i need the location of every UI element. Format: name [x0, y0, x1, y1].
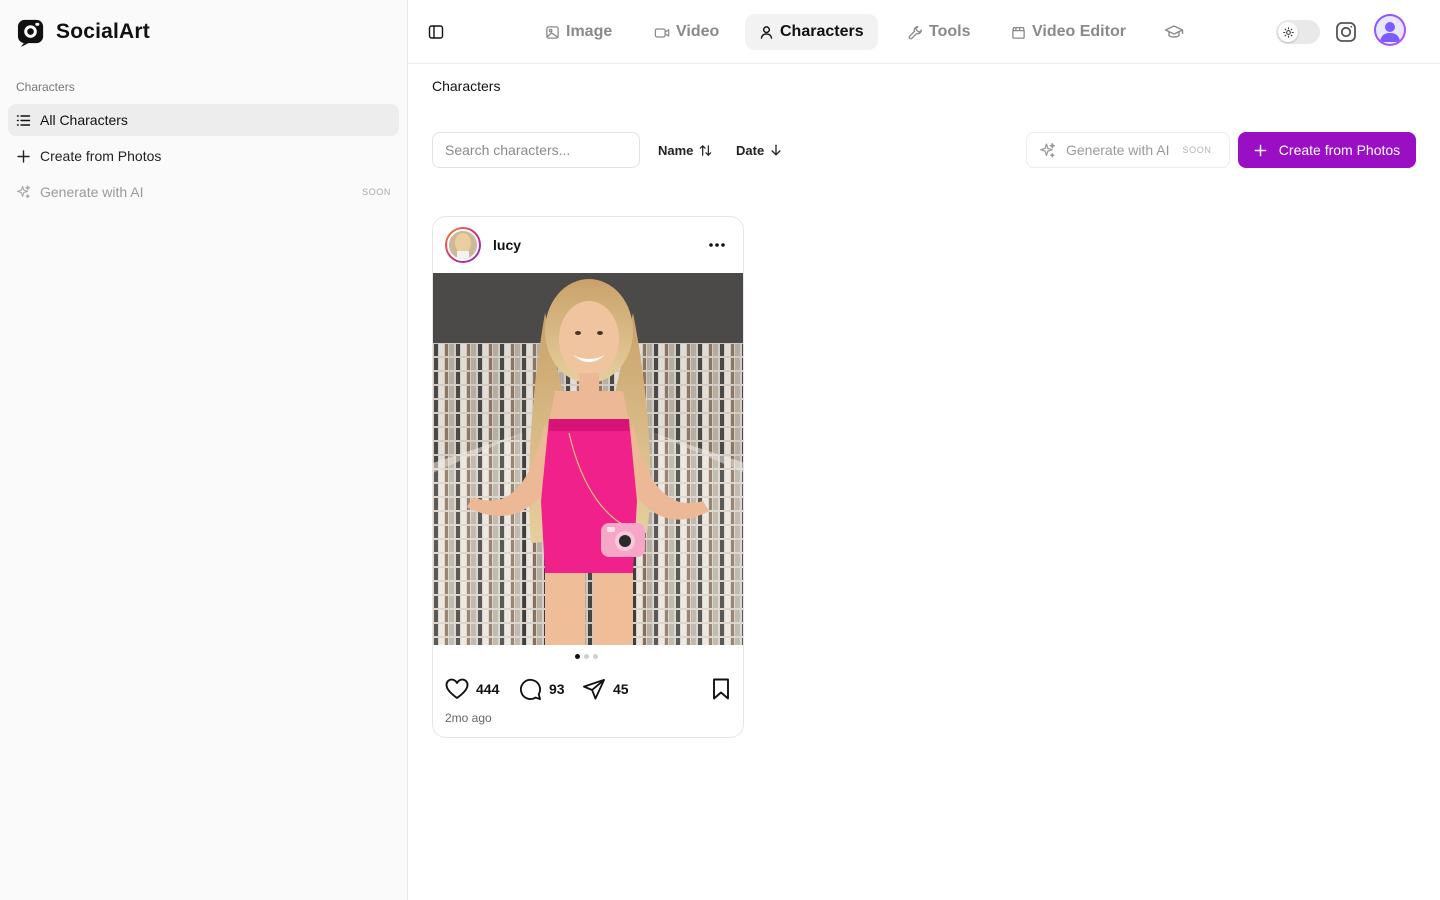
- sidebar-toggle-button[interactable]: [423, 19, 449, 45]
- character-photo-illustration: [433, 273, 743, 645]
- graduation-cap-icon: [1164, 25, 1184, 38]
- user-avatar-icon: [1380, 22, 1400, 42]
- sidebar-item-all-characters[interactable]: All Characters: [8, 104, 399, 136]
- top-bar: Image Video Characters Tools Video Edito…: [408, 0, 1440, 64]
- panel-left-icon: [428, 25, 444, 39]
- more-horizontal-icon: [709, 243, 725, 247]
- sort-by-name-button[interactable]: Name: [658, 140, 713, 160]
- avatar-image: [447, 229, 479, 261]
- clapperboard-icon: [1012, 26, 1025, 39]
- share-button[interactable]: 45: [582, 677, 629, 701]
- theme-toggle[interactable]: [1276, 20, 1320, 44]
- more-options-button[interactable]: [705, 235, 729, 255]
- sort-name-label: Name: [658, 142, 694, 158]
- tab-label: Tools: [929, 23, 971, 40]
- create-from-photos-label: Create from Photos: [1278, 142, 1401, 158]
- tab-image[interactable]: Image: [531, 14, 626, 50]
- character-name[interactable]: lucy: [493, 237, 521, 253]
- character-photo[interactable]: [433, 273, 743, 645]
- character-card[interactable]: lucy 444 93 45 2mo ago: [432, 216, 744, 738]
- generate-with-ai-label: Generate with AI: [1066, 142, 1170, 158]
- user-icon: [760, 25, 773, 39]
- sidebar-item-label: All Characters: [40, 112, 128, 128]
- send-icon: [583, 678, 605, 700]
- arrow-down-icon: [771, 144, 781, 156]
- sparkles-icon: [1040, 142, 1056, 158]
- video-icon: [654, 27, 670, 38]
- heart-icon: [445, 678, 469, 699]
- socialart-logo-icon: [17, 19, 44, 47]
- tab-learn[interactable]: [1150, 14, 1198, 50]
- theme-toggle-knob: [1278, 22, 1298, 42]
- search-input[interactable]: [432, 132, 640, 168]
- tab-label: Video: [676, 23, 720, 40]
- sun-icon: [1282, 26, 1294, 38]
- carousel-dot[interactable]: [593, 654, 598, 659]
- generate-with-ai-button: Generate with AI SOON: [1026, 132, 1230, 168]
- arrow-up-down-icon: [700, 144, 712, 156]
- tab-characters[interactable]: Characters: [745, 14, 878, 50]
- user-avatar-button[interactable]: [1374, 14, 1406, 46]
- soon-badge: SOON: [362, 187, 391, 197]
- sidebar-item-label: Create from Photos: [40, 148, 162, 164]
- soon-badge: SOON: [1182, 145, 1212, 155]
- like-button[interactable]: 444: [445, 677, 499, 701]
- sidebar-section-label: Characters: [16, 80, 75, 94]
- sidebar: SocialArt Characters All Characters Crea…: [0, 0, 408, 900]
- carousel-dot[interactable]: [575, 654, 580, 659]
- tab-video[interactable]: Video: [640, 14, 733, 50]
- sort-date-label: Date: [736, 142, 765, 158]
- wrench-icon: [908, 25, 922, 39]
- character-avatar[interactable]: [445, 227, 481, 263]
- image-carousel-indicator[interactable]: [575, 654, 598, 659]
- brand[interactable]: SocialArt: [16, 16, 150, 48]
- plus-icon: [1254, 144, 1267, 156]
- card-actions: 444 93 45: [445, 677, 733, 701]
- sparkles-icon: [16, 185, 31, 200]
- comment-button[interactable]: 93: [519, 677, 565, 701]
- brand-name: SocialArt: [56, 20, 150, 43]
- list-icon: [16, 113, 31, 128]
- instagram-icon[interactable]: [1334, 20, 1358, 44]
- carousel-dot[interactable]: [584, 654, 589, 659]
- sidebar-item-generate-with-ai: Generate with AI SOON: [8, 176, 399, 208]
- post-timestamp: 2mo ago: [445, 711, 492, 725]
- avatar: [1376, 16, 1404, 44]
- share-count: 45: [613, 681, 629, 697]
- tab-tools[interactable]: Tools: [894, 14, 984, 50]
- tab-video-editor[interactable]: Video Editor: [997, 14, 1140, 50]
- comment-icon: [519, 678, 541, 700]
- tab-label: Image: [566, 23, 613, 40]
- sidebar-item-label: Generate with AI: [40, 184, 144, 200]
- create-from-photos-button[interactable]: Create from Photos: [1238, 132, 1416, 168]
- plus-icon: [16, 149, 31, 164]
- image-icon: [546, 25, 559, 39]
- sort-by-date-button[interactable]: Date: [736, 140, 783, 160]
- card-header: lucy: [433, 217, 743, 273]
- comment-count: 93: [549, 681, 565, 697]
- like-count: 444: [476, 681, 500, 697]
- tab-label: Video Editor: [1032, 23, 1126, 40]
- bookmark-icon[interactable]: [709, 677, 733, 701]
- sidebar-item-create-from-photos[interactable]: Create from Photos: [8, 140, 399, 172]
- tab-label: Characters: [780, 23, 864, 40]
- page-title: Characters: [432, 78, 501, 94]
